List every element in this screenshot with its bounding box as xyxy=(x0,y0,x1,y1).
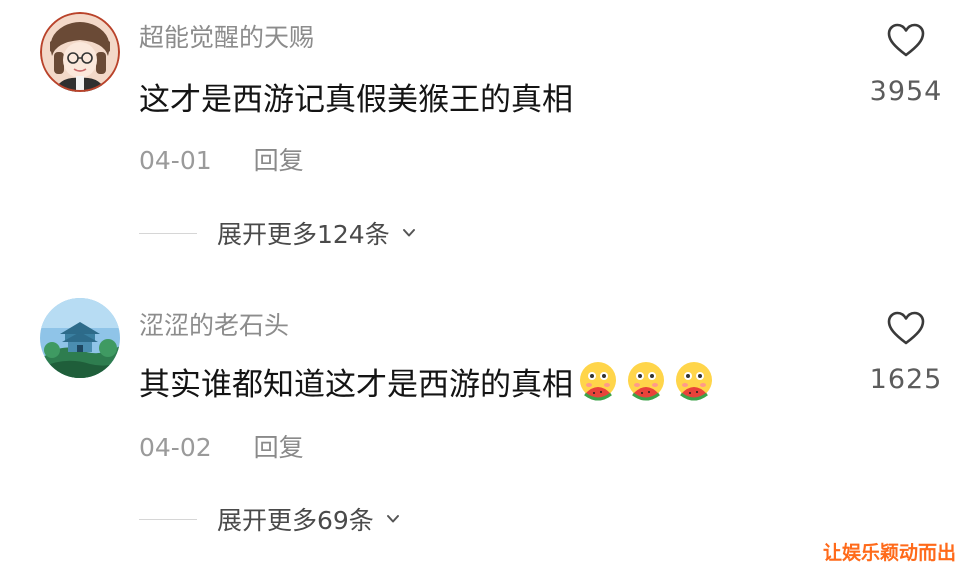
like-button[interactable]: 1625 xyxy=(864,310,948,395)
expand-replies-button[interactable]: 展开更多124条 xyxy=(139,216,416,250)
comment-text-body: 这才是西游记真假美猴王的真相 xyxy=(139,81,573,118)
divider-line xyxy=(139,518,197,520)
expand-replies-button[interactable]: 展开更多69条 xyxy=(139,502,400,536)
chevron-down-icon xyxy=(402,229,415,237)
watermark: 让娱乐颖动而出 xyxy=(822,542,956,564)
heart-outline-icon xyxy=(887,311,925,345)
avatar-image xyxy=(40,298,120,378)
emoji-row xyxy=(575,358,719,404)
reply-button[interactable]: 回复 xyxy=(254,428,304,464)
eating-watermelon-emoji xyxy=(671,358,717,404)
chevron-down-icon xyxy=(386,515,399,523)
reply-button[interactable]: 回复 xyxy=(254,141,304,177)
avatar[interactable] xyxy=(40,12,120,92)
like-count: 3954 xyxy=(869,76,943,107)
like-count: 1625 xyxy=(869,364,943,395)
avatar-image xyxy=(40,12,120,92)
comment-date: 04-01 xyxy=(139,146,212,175)
comment-text: 其实谁都知道这才是西游的真相 xyxy=(139,356,719,406)
comment-text-body: 其实谁都知道这才是西游的真相 xyxy=(139,366,573,403)
username[interactable]: 超能觉醒的天赐 xyxy=(139,18,314,54)
comment-item: 涩涩的老石头 其实谁都知道这才是西游的真相 04-02 回复 展开更多69条 1… xyxy=(0,290,968,560)
expand-replies-label: 展开更多69条 xyxy=(217,506,374,535)
comment-date: 04-02 xyxy=(139,433,212,462)
like-button[interactable]: 3954 xyxy=(864,22,948,107)
avatar[interactable] xyxy=(40,298,120,378)
comment-meta: 04-02 回复 xyxy=(139,428,304,464)
comment-text: 这才是西游记真假美猴王的真相 xyxy=(139,74,573,118)
eating-watermelon-emoji xyxy=(575,358,621,404)
eating-watermelon-emoji xyxy=(623,358,669,404)
heart-outline-icon xyxy=(887,23,925,57)
comment-item: 超能觉醒的天赐 这才是西游记真假美猴王的真相 04-01 回复 展开更多124条… xyxy=(0,0,968,290)
divider-line xyxy=(139,232,197,234)
username[interactable]: 涩涩的老石头 xyxy=(139,306,289,342)
expand-replies-label: 展开更多124条 xyxy=(217,220,390,249)
comment-meta: 04-01 回复 xyxy=(139,141,304,177)
